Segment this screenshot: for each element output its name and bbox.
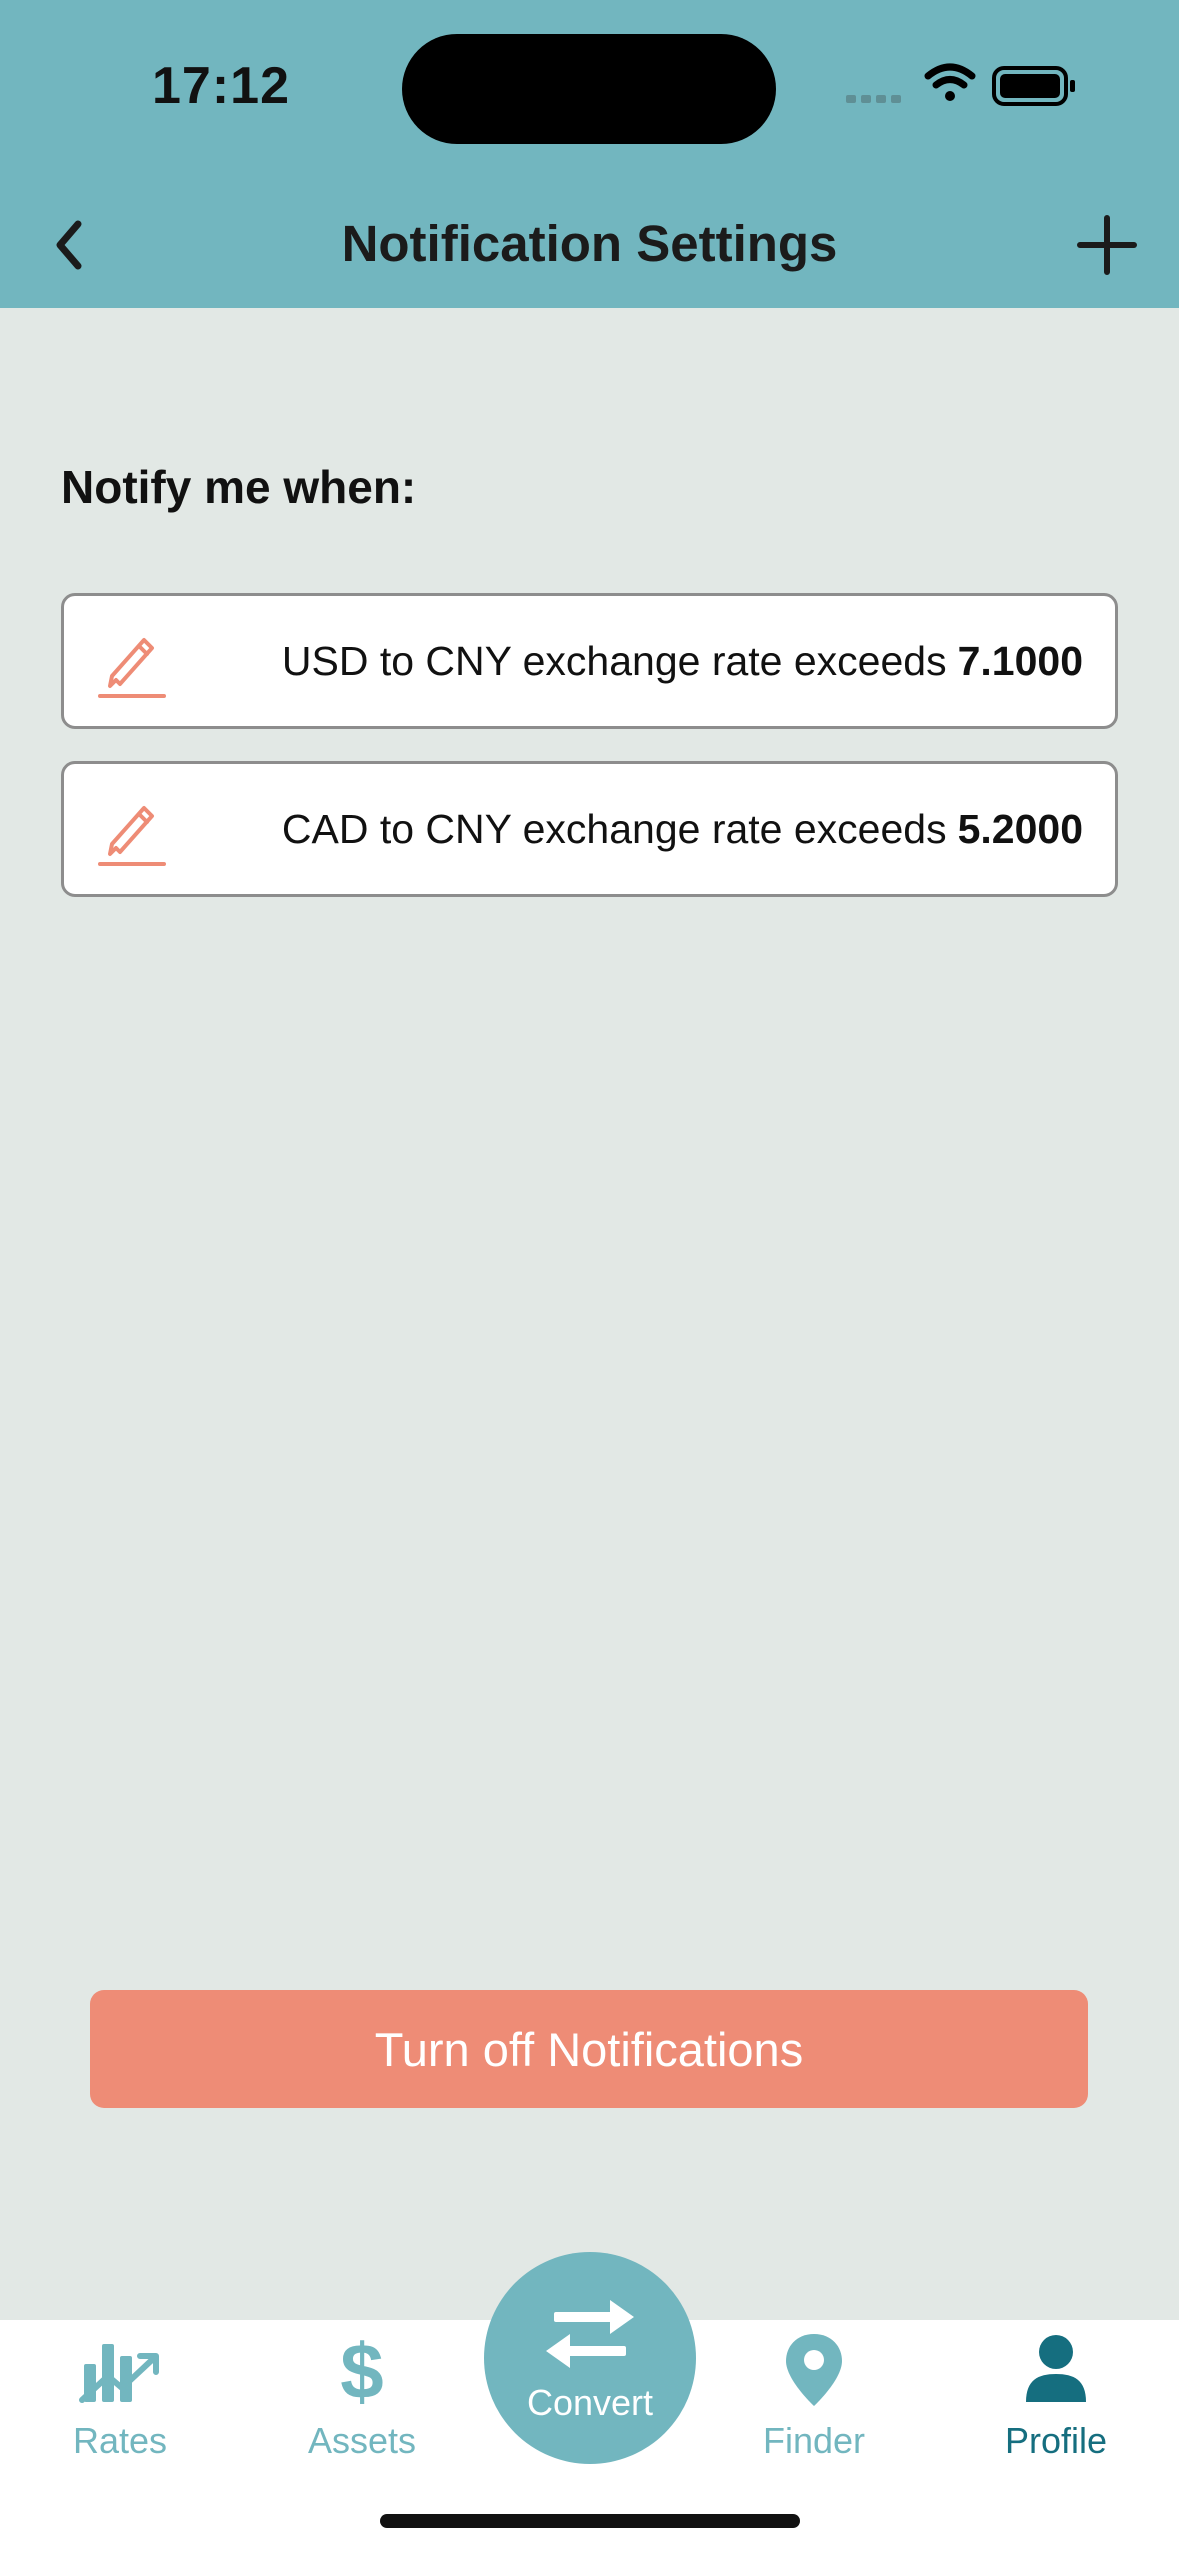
location-pin-icon (786, 2334, 842, 2406)
tab-profile[interactable]: Profile (956, 2330, 1156, 2480)
status-time: 17:12 (152, 57, 290, 115)
signal-icon (846, 95, 901, 103)
tab-label: Finder (762, 2420, 866, 2461)
tab-rates[interactable]: Rates (20, 2330, 220, 2480)
notification-settings-screen: 17:12 Notification Settings Notify me wh… (0, 0, 1179, 2556)
nav-bar: Notification Settings (0, 190, 1179, 300)
pencil-icon[interactable] (96, 792, 168, 868)
rule-threshold: 5.2000 (957, 805, 1083, 852)
tab-assets[interactable]: $ Assets (262, 2330, 462, 2480)
notification-rule-cad-cny[interactable]: CAD to CNY exchange rate exceeds 5.2000 (61, 761, 1118, 897)
tab-label: Assets (307, 2420, 417, 2461)
page-title: Notification Settings (341, 215, 838, 272)
rule-text: USD to CNY exchange rate exceeds 7.1000 (282, 596, 1083, 726)
turn-off-notifications-button[interactable]: Turn off Notifications (90, 1990, 1088, 2108)
tab-label: Rates (72, 2420, 168, 2461)
convert-button[interactable]: Convert (484, 2252, 696, 2464)
dynamic-island (402, 34, 776, 144)
notification-rule-usd-cny[interactable]: USD to CNY exchange rate exceeds 7.1000 (61, 593, 1118, 729)
pencil-icon[interactable] (96, 624, 168, 700)
status-icons (846, 63, 1075, 106)
dollar-icon: $ (340, 2330, 383, 2410)
tab-finder[interactable]: Finder (714, 2330, 914, 2480)
rule-description: USD to CNY exchange rate exceeds (281, 637, 947, 684)
rule-description: CAD to CNY exchange rate exceeds (281, 805, 947, 852)
svg-text:$: $ (340, 2330, 383, 2410)
plus-icon[interactable] (1070, 208, 1144, 282)
section-title: Notify me when: (61, 461, 417, 513)
rule-text: CAD to CNY exchange rate exceeds 5.2000 (282, 764, 1083, 894)
tab-label: Convert (526, 2382, 654, 2423)
header: 17:12 Notification Settings (0, 0, 1179, 308)
wifi-icon (924, 63, 976, 101)
tab-label: Profile (1004, 2420, 1108, 2461)
person-icon (1026, 2335, 1086, 2402)
home-indicator (380, 2514, 800, 2528)
swap-arrows-icon (546, 2300, 634, 2368)
rule-threshold: 7.1000 (957, 637, 1083, 684)
chart-icon (79, 2344, 159, 2403)
battery-icon (992, 66, 1075, 106)
